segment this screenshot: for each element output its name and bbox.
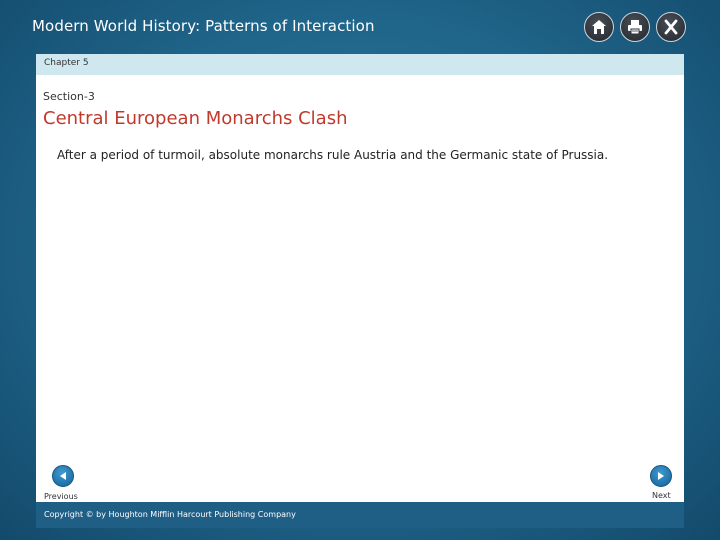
page-title: Central European Monarchs Clash [43,108,348,129]
arrow-left-icon [60,472,66,480]
close-icon [664,19,678,35]
home-icon [592,20,606,34]
chapter-label: Chapter 5 [44,58,89,68]
arrow-right-icon [658,472,664,480]
chapter-bar: Chapter 5 [36,54,684,75]
print-button[interactable] [620,12,650,42]
copyright-text: Copyright © by Houghton Mifflin Harcourt… [44,510,296,519]
footer-bar: Copyright © by Houghton Mifflin Harcourt… [36,502,684,528]
body-text: After a period of turmoil, absolute mona… [57,148,609,162]
close-button[interactable] [656,12,686,42]
printer-icon [628,20,642,35]
toolbar [584,12,686,42]
content-panel: Section-3 Central European Monarchs Clas… [36,75,684,502]
previous-label[interactable]: Previous [44,492,78,501]
next-label[interactable]: Next [652,491,671,500]
next-button[interactable] [650,465,672,487]
home-button[interactable] [584,12,614,42]
previous-button[interactable] [52,465,74,487]
app-frame: Modern World History: Patterns of Intera… [0,0,720,540]
app-title: Modern World History: Patterns of Intera… [32,17,375,35]
section-label: Section-3 [43,90,95,103]
